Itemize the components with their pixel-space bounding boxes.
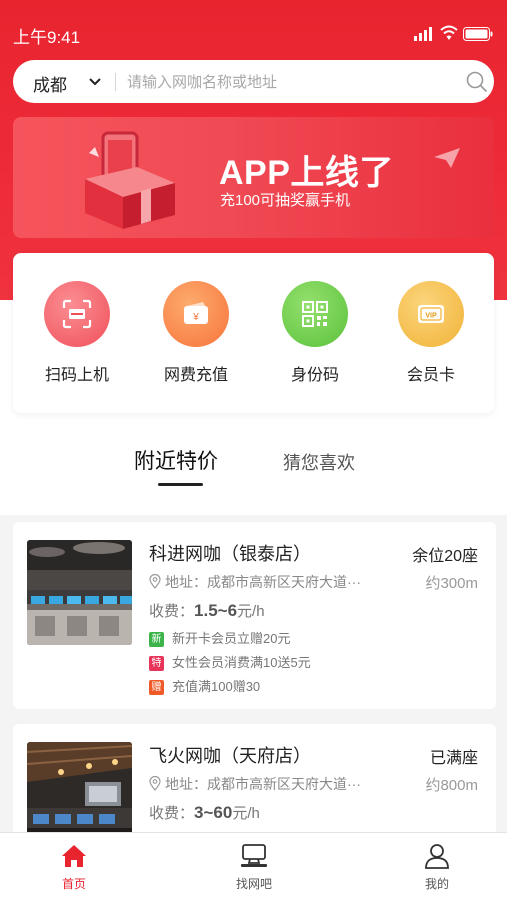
tab-indicator — [158, 483, 203, 486]
price-label: 收费： — [149, 603, 195, 620]
tab-nearby-deals[interactable]: 附近特价 — [134, 445, 218, 475]
bottom-nav: 首页 找网吧 我的 — [0, 832, 507, 900]
nav-find-cafe[interactable]: 找网吧 — [214, 843, 294, 892]
battery-icon — [463, 27, 493, 41]
price-value: 3~60 — [194, 803, 233, 822]
tab-recommended[interactable]: 猜您喜欢 — [283, 449, 355, 475]
location-pin-icon — [149, 573, 161, 589]
status-time: 上午9:41 — [13, 28, 81, 47]
cafe-photo — [27, 540, 132, 645]
vip-card-icon: VIP — [398, 281, 464, 347]
promo-text: 女性会员消费满10送5元 — [172, 655, 311, 670]
cafe-price: 收费：1.5~6元/h — [149, 600, 265, 621]
banner-title: APP上线了 — [219, 154, 394, 192]
gift-phone-icon — [85, 131, 175, 229]
signal-icon — [414, 27, 432, 41]
svg-text:¥: ¥ — [192, 312, 199, 323]
promo-item: 新新开卡会员立赠20元 — [149, 628, 290, 647]
home-icon — [62, 845, 86, 867]
promo-item: 特女性会员消费满10送5元 — [149, 652, 311, 671]
quick-actions: 扫码上机 ¥ 网费充值 身份码 VIP 会员卡 — [13, 253, 494, 413]
action-topup-label: 网费充值 — [163, 367, 228, 384]
seat-availability: 已满座 — [429, 750, 478, 767]
nav-profile[interactable]: 我的 — [397, 843, 477, 892]
price-label: 收费： — [149, 805, 195, 822]
action-topup[interactable]: ¥ 网费充值 — [141, 281, 251, 385]
promo-text: 新开卡会员立赠20元 — [172, 631, 291, 646]
svg-text:VIP: VIP — [425, 313, 437, 320]
divider — [115, 73, 116, 91]
action-vipcard-label: 会员卡 — [406, 367, 455, 384]
qrcode-icon — [282, 281, 348, 347]
search-bar: 成都 — [13, 60, 494, 103]
location-pin-icon — [149, 775, 161, 791]
nav-find-cafe-label: 找网吧 — [235, 877, 272, 891]
promo-banner[interactable]: APP上线了 充100可抽奖赢手机 — [13, 117, 494, 238]
action-scan-label: 扫码上机 — [44, 367, 109, 384]
paper-plane-icon — [434, 148, 460, 168]
cafe-address: 地址：成都市高新区天府大道··· — [149, 572, 361, 592]
banner-subtitle: 充100可抽奖赢手机 — [220, 192, 351, 209]
price-unit: 元/h — [237, 603, 265, 620]
promo-item: 赠充值满100赠30 — [149, 676, 260, 695]
nav-home-label: 首页 — [61, 877, 86, 891]
seat-availability: 余位20座 — [412, 548, 478, 565]
action-idcode[interactable]: 身份码 — [260, 281, 370, 385]
action-idcode-label: 身份码 — [290, 367, 339, 384]
nav-profile-label: 我的 — [424, 877, 449, 891]
scan-icon — [44, 281, 110, 347]
promo-tag-new: 新 — [149, 632, 164, 647]
cafe-name: 科进网咖（银泰店） — [149, 544, 311, 564]
search-icon[interactable] — [466, 71, 488, 93]
promo-tag-gift: 赠 — [149, 680, 164, 695]
action-scan[interactable]: 扫码上机 — [22, 281, 132, 385]
computer-icon — [241, 844, 267, 867]
city-selector[interactable]: 成都 — [33, 71, 67, 96]
cafe-address-text: 地址：成都市高新区天府大道··· — [165, 776, 361, 792]
cafe-address-text: 地址：成都市高新区天府大道··· — [165, 574, 361, 590]
cafe-distance: 约300m — [425, 575, 478, 592]
search-input[interactable] — [127, 66, 447, 98]
action-vipcard[interactable]: VIP 会员卡 — [376, 281, 486, 385]
promo-tag-special: 特 — [149, 656, 164, 671]
user-icon — [425, 844, 449, 869]
tab-bar: 附近特价 猜您喜欢 — [0, 430, 507, 500]
cafe-distance: 约800m — [425, 777, 478, 794]
promo-text: 充值满100赠30 — [172, 679, 261, 694]
price-unit: 元/h — [232, 805, 260, 822]
cafe-name: 飞火网咖（天府店） — [149, 746, 311, 766]
price-value: 1.5~6 — [194, 601, 238, 620]
wallet-icon: ¥ — [163, 281, 229, 347]
chevron-down-icon[interactable] — [89, 77, 101, 87]
cafe-card[interactable]: 科进网咖（银泰店） 余位20座 地址：成都市高新区天府大道··· 约300m 收… — [13, 522, 496, 709]
status-bar: 上午9:41 — [0, 0, 507, 62]
wifi-icon — [440, 25, 458, 40]
cafe-price: 收费：3~60元/h — [149, 802, 260, 823]
cafe-address: 地址：成都市高新区天府大道··· — [149, 774, 361, 794]
nav-home[interactable]: 首页 — [34, 843, 114, 892]
